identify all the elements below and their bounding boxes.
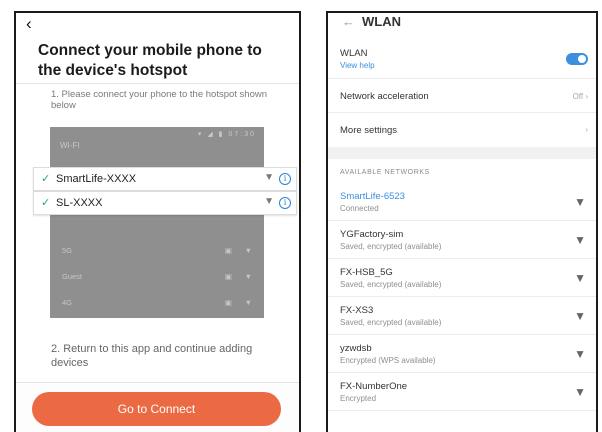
wifi-icon: ▼ (244, 246, 252, 255)
wifi-lock-icon: ▼ (574, 309, 586, 323)
check-icon: ✓ (41, 173, 51, 185)
network-status: Connected (340, 204, 379, 213)
network-acceleration-label: Network acceleration (340, 91, 429, 102)
header: ← WLAN (342, 14, 401, 29)
info-icon[interactable]: i (279, 173, 291, 185)
wlan-label: WLAN (340, 48, 368, 59)
wifi-signal-icon: ▼ (264, 172, 274, 183)
left-phone-screen: ‹ Connect your mobile phone to the devic… (14, 11, 301, 432)
section-gap (328, 147, 596, 159)
check-icon: ✓ (41, 197, 51, 209)
chevron-right-icon: › (585, 92, 588, 101)
network-status: Encrypted (340, 394, 377, 403)
hotspot-ssid: SL-XXXX (56, 197, 103, 209)
network-status: Encrypted (WPS available) (340, 356, 436, 365)
network-item[interactable]: FX-HSB_5G Saved, encrypted (available) ▼ (328, 259, 596, 297)
list-item: Guest ▣ ▼ (62, 272, 252, 281)
more-settings-row[interactable]: More settings › (328, 113, 596, 147)
wlan-row[interactable]: WLAN View help (328, 41, 596, 79)
wifi-label: WI-FI (60, 141, 80, 150)
hotspot-illustration: ▾ ◢ ▮ 07:30 WI-FI 5G ▣ ▼ Guest ▣ ▼ 4G ▣ ▼ (50, 127, 264, 318)
back-arrow-icon[interactable]: ‹ (26, 15, 32, 33)
page-title: WLAN (362, 14, 401, 29)
wifi-lock-icon: ▼ (574, 347, 586, 361)
network-item-smartlife[interactable]: SmartLife-6523 Connected ▼ (328, 183, 596, 221)
network-name: yzwdsb (340, 343, 372, 354)
network-status: Saved, encrypted (available) (340, 318, 442, 327)
lock-icon: ▣ (224, 246, 232, 255)
hotspot-item-sl[interactable]: ✓ SL-XXXX ▼ i (33, 191, 297, 215)
network-name: FX-HSB_5G (340, 267, 393, 278)
network-acceleration-value: Off › (572, 92, 588, 101)
network-name: SmartLife-6523 (340, 191, 405, 202)
network-name: YGFactory-sim (340, 229, 404, 240)
wifi-icon: ▼ (244, 272, 252, 281)
network-item[interactable]: yzwdsb Encrypted (WPS available) ▼ (328, 335, 596, 373)
right-phone-screen: ← WLAN WLAN View help Network acceleratio… (326, 11, 598, 432)
network-name: FX-NumberOne (340, 381, 408, 392)
page-title: Connect your mobile phone to the device'… (38, 42, 262, 79)
network-item[interactable]: FX-XS3 Saved, encrypted (available) ▼ (328, 297, 596, 335)
network-item[interactable]: FX-NumberOne Encrypted ▼ (328, 373, 596, 411)
network-item[interactable]: YGFactory-sim Saved, encrypted (availabl… (328, 221, 596, 259)
more-settings-label: More settings (340, 125, 398, 136)
network-name: FX-XS3 (340, 305, 374, 316)
divider (16, 83, 299, 84)
wlan-toggle[interactable] (566, 53, 588, 65)
list-item: 5G ▣ ▼ (62, 246, 252, 255)
lock-icon: ▣ (224, 272, 232, 281)
instruction-step-1: 1. Please connect your phone to the hots… (51, 89, 268, 111)
wifi-lock-icon: ▼ (574, 233, 586, 247)
hotspot-item-smartlife[interactable]: ✓ SmartLife-XXXX ▼ i (33, 167, 297, 191)
back-arrow-icon[interactable]: ← (342, 14, 355, 29)
available-networks-heading: AVAILABLE NETWORKS (340, 169, 430, 176)
instruction-step-2: 2. Return to this app and continue addin… (51, 343, 253, 369)
wifi-icon: ▼ (244, 298, 252, 307)
footer-bar: Go to Connect (16, 382, 299, 432)
hotspot-ssid: SmartLife-XXXX (56, 173, 137, 185)
wifi-lock-icon: ▼ (574, 385, 586, 399)
chevron-right-icon: › (585, 125, 588, 134)
network-status: Saved, encrypted (available) (340, 280, 442, 289)
network-acceleration-row[interactable]: Network acceleration Off › (328, 79, 596, 113)
go-to-connect-button[interactable]: Go to Connect (32, 392, 281, 426)
view-help-link[interactable]: View help (340, 61, 375, 70)
wifi-signal-icon: ▼ (264, 196, 274, 207)
wifi-lock-icon: ▼ (574, 271, 586, 285)
info-icon[interactable]: i (279, 197, 291, 209)
list-item: 4G ▣ ▼ (62, 298, 252, 307)
wifi-signal-icon: ▼ (574, 195, 586, 209)
status-bar-icons: ▾ ◢ ▮ 07:30 (197, 131, 256, 138)
lock-icon: ▣ (224, 298, 232, 307)
network-status: Saved, encrypted (available) (340, 242, 442, 251)
